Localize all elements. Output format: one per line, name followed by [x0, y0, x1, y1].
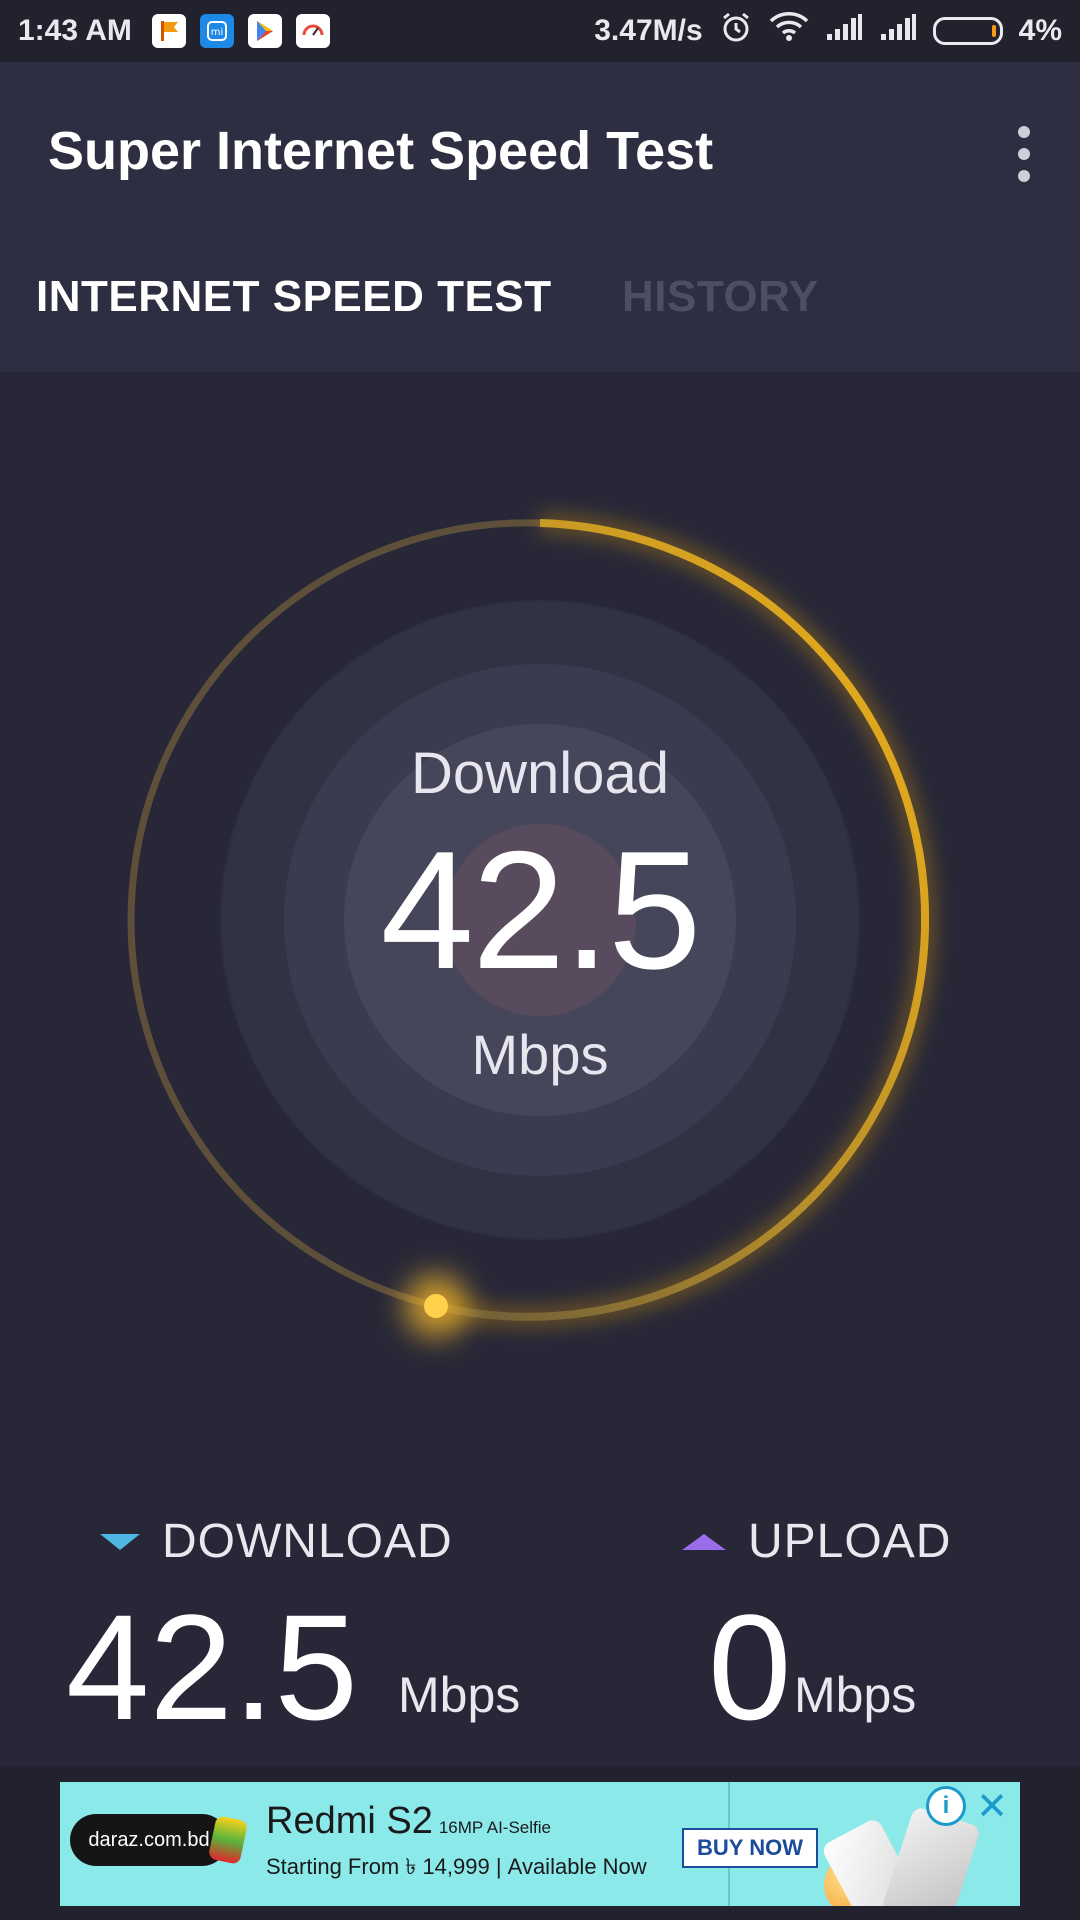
svg-text:mi: mi: [211, 27, 224, 38]
upload-unit: Mbps: [794, 1667, 917, 1723]
ad-title: Redmi S2 16MP AI-Selfie: [266, 1800, 551, 1843]
gauge-unit: Mbps: [471, 1023, 609, 1086]
battery-icon: [932, 17, 1003, 45]
ad-subtitle: Starting From ৳ 14,999 | Available Now: [266, 1854, 647, 1879]
gauge-value: 42.5: [380, 816, 702, 1004]
more-options-icon[interactable]: [1004, 114, 1044, 194]
battery-percent: 4%: [1018, 14, 1062, 47]
ad-title-text: Redmi S2: [266, 1800, 433, 1842]
app-title: Super Internet Speed Test: [48, 121, 714, 181]
signal-icon-2: [879, 12, 917, 50]
speed-test-app-icon: [295, 14, 330, 48]
upload-label-text: UPLOAD: [748, 1515, 952, 1568]
tab-history[interactable]: HISTORY: [622, 272, 819, 322]
network-speed: 3.47M/s: [594, 14, 703, 47]
ad-banner[interactable]: daraz.com.bd Redmi S2 16MP AI-Selfie Star…: [60, 1782, 1020, 1906]
alarm-icon: [719, 10, 753, 52]
gauge-title: Download: [411, 741, 669, 806]
tab-internet-speed-test[interactable]: INTERNET SPEED TEST: [36, 272, 552, 322]
speed-gauge: Download 42.5 Mbps: [0, 372, 1080, 1472]
triangle-down-icon: [100, 1533, 140, 1550]
upload-value: 0: [708, 1583, 792, 1751]
download-label-text: DOWNLOAD: [162, 1515, 453, 1568]
signal-icon: [825, 12, 863, 50]
flag-app-icon: [151, 14, 186, 48]
download-unit: Mbps: [398, 1667, 521, 1723]
ad-buy-now-button[interactable]: BUY NOW: [682, 1828, 818, 1868]
download-label: DOWNLOAD: [100, 1514, 453, 1569]
ad-info-icon[interactable]: i: [926, 1786, 966, 1826]
download-value: 42.5: [66, 1583, 358, 1751]
ad-brand-logo: daraz.com.bd: [70, 1814, 228, 1866]
status-bar: 1:43 AM mi 3.47M/s 4%: [0, 0, 1080, 62]
app-bar: Super Internet Speed Test INTERNET SPEED…: [0, 62, 1080, 372]
upload-label: UPLOAD: [682, 1514, 951, 1569]
wifi-icon: [769, 11, 809, 51]
ad-feature: 16MP AI-Selfie: [438, 1818, 551, 1837]
gauge-needle-dot: [424, 1294, 448, 1318]
play-store-icon: [247, 14, 282, 48]
ad-close-icon[interactable]: ✕: [972, 1786, 1012, 1828]
mi-app-icon: mi: [199, 14, 234, 48]
status-time: 1:43 AM: [18, 14, 132, 47]
triangle-up-icon: [682, 1533, 726, 1550]
